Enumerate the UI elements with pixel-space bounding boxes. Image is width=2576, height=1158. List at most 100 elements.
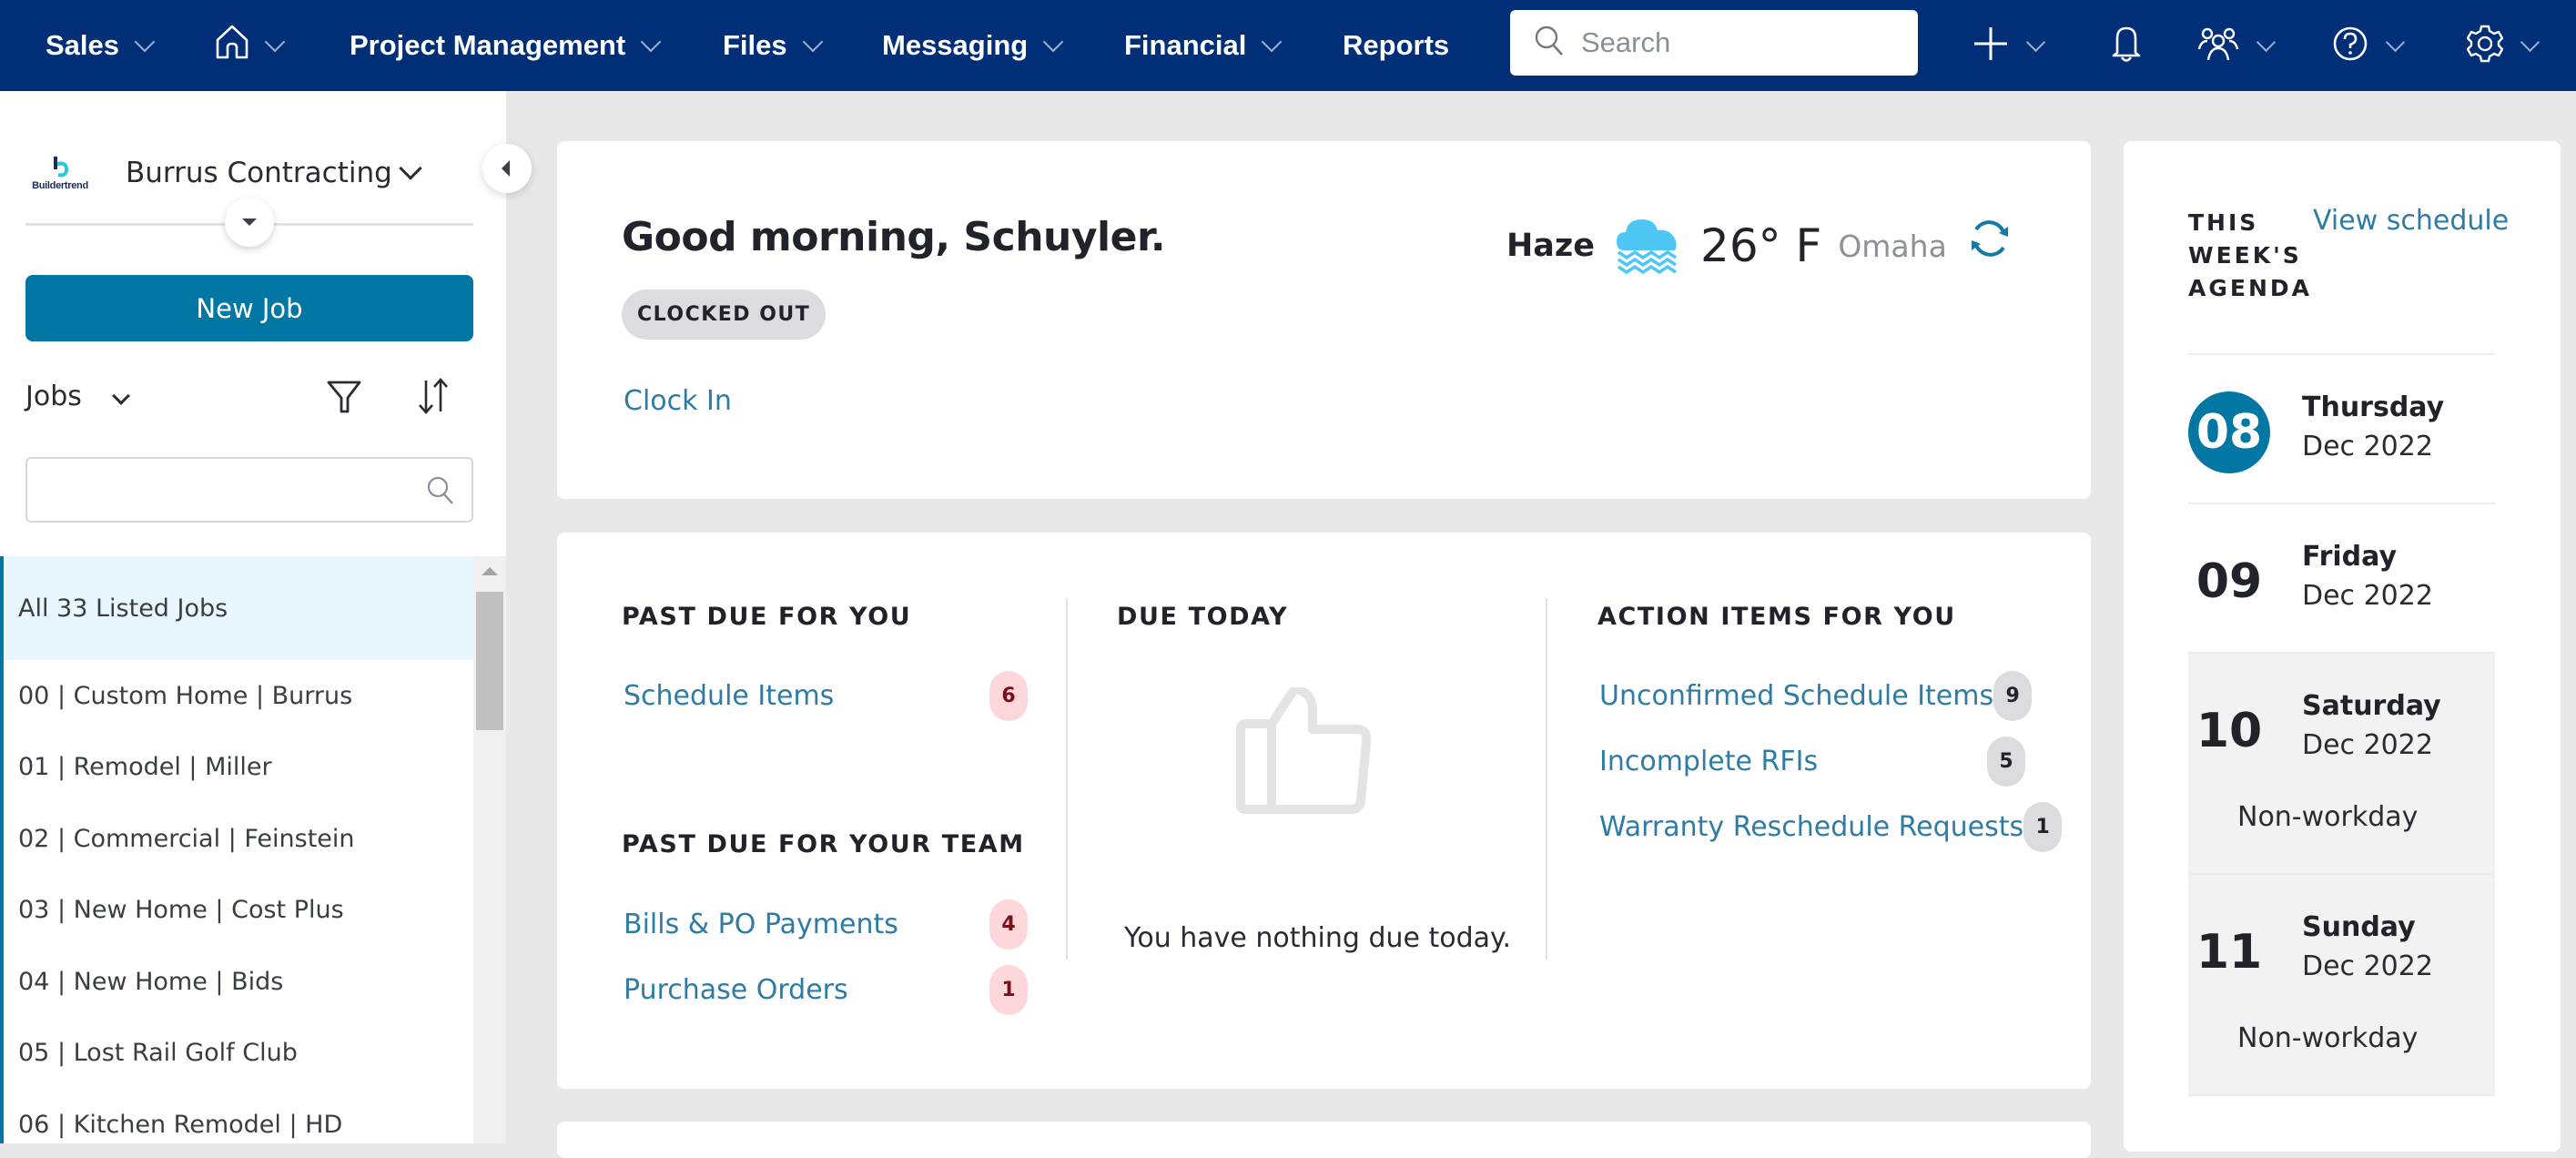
expand-header-button[interactable] [225, 198, 274, 247]
agenda-day-name: Thursday [2302, 391, 2445, 423]
job-list-scrollbar[interactable] [473, 556, 506, 1143]
weekly-agenda-card: THIS WEEK'S AGENDA View schedule 08 Thur… [2124, 141, 2561, 1152]
org-switcher[interactable]: Buildertrend Burrus Contracting [25, 137, 444, 209]
agenda-day-number: 09 [2196, 554, 2263, 609]
chevron-down-icon [264, 31, 286, 53]
job-list-item[interactable]: 02 | Commercial | Feinstein [4, 803, 473, 875]
nav-reports[interactable]: Reports [1343, 0, 1449, 91]
notifications-button[interactable] [2110, 0, 2143, 91]
action-item[interactable]: Unconfirmed Schedule Items 9 [1599, 671, 2033, 721]
nonworkday-label: Non-workday [2237, 1022, 2419, 1054]
gear-icon [2466, 25, 2504, 66]
job-list: All 33 Listed Jobs 00 | Custom Home | Bu… [0, 556, 473, 1143]
warranty-reschedule-requests-link[interactable]: Warranty Reschedule Requests [1599, 811, 2023, 843]
buildertrend-logo: Buildertrend [25, 155, 95, 191]
nav-sales[interactable]: Sales [46, 0, 156, 91]
agenda-day[interactable]: 08 Thursday Dec 2022 [2188, 353, 2495, 503]
settings-button[interactable] [2466, 0, 2541, 91]
greeting-heading: Good morning, Schuyler. [622, 214, 1166, 260]
action-items-heading: ACTION ITEMS FOR YOU [1597, 603, 1956, 631]
agenda-title: THIS WEEK'S AGENDA [2188, 207, 2312, 305]
action-item[interactable]: Incomplete RFIs 5 [1599, 736, 2025, 787]
job-list-item[interactable]: 05 | Lost Rail Golf Club [4, 1018, 473, 1090]
global-search[interactable] [1510, 10, 1918, 76]
agenda-day-nonworkday[interactable]: 11 Sunday Dec 2022 Non-workday [2188, 873, 2495, 1094]
collapse-sidebar-button[interactable] [482, 144, 532, 193]
schedule-items-link[interactable]: Schedule Items [624, 680, 834, 712]
nav-reports-label: Reports [1343, 29, 1450, 61]
chevron-down-icon [2256, 32, 2277, 52]
filter-icon[interactable] [326, 379, 362, 419]
nav-messaging[interactable]: Messaging [882, 0, 1064, 91]
past-due-item[interactable]: Schedule Items 6 [624, 671, 1028, 721]
all-jobs-item[interactable]: All 33 Listed Jobs [4, 556, 473, 660]
caret-down-icon [242, 218, 257, 226]
count-badge: 1 [2023, 802, 2063, 852]
unconfirmed-schedule-items-link[interactable]: Unconfirmed Schedule Items [1599, 680, 1993, 712]
team-past-due-item[interactable]: Bills & PO Payments 4 [624, 899, 1028, 950]
chevron-down-icon[interactable] [399, 157, 422, 180]
haze-weather-icon [1615, 214, 1680, 278]
nav-financial[interactable]: Financial [1124, 0, 1283, 91]
nonworkday-label: Non-workday [2237, 801, 2419, 833]
past-due-for-you-heading: PAST DUE FOR YOU [622, 603, 912, 631]
users-icon [2197, 25, 2239, 66]
jobs-toolbar: Jobs [25, 373, 473, 428]
nav-project-management[interactable]: Project Management [350, 0, 662, 91]
incomplete-rfis-link[interactable]: Incomplete RFIs [1599, 746, 1818, 777]
job-list-item[interactable]: 01 | Remodel | Miller [4, 732, 473, 804]
chevron-down-icon [802, 31, 823, 53]
nav-project-management-label: Project Management [350, 29, 626, 61]
agenda-day-number-today: 08 [2188, 391, 2270, 473]
count-badge: 9 [1993, 671, 2033, 721]
help-icon [2332, 25, 2368, 66]
scrollbar-thumb[interactable] [476, 592, 503, 730]
nav-messaging-label: Messaging [882, 29, 1029, 61]
job-list-item[interactable]: 00 | Custom Home | Burrus [4, 660, 473, 732]
nav-financial-label: Financial [1124, 29, 1247, 61]
nav-files[interactable]: Files [723, 0, 823, 91]
chevron-down-icon[interactable] [112, 387, 130, 405]
team-past-due-item[interactable]: Purchase Orders 1 [624, 965, 1028, 1015]
count-badge: 1 [989, 965, 1028, 1015]
logo-text: Buildertrend [32, 180, 88, 191]
job-search-field[interactable] [25, 457, 473, 523]
org-name: Burrus Contracting [126, 157, 392, 189]
agenda-day-number: 11 [2196, 925, 2263, 980]
chevron-down-icon [2025, 32, 2046, 52]
global-search-input[interactable] [1581, 26, 1909, 59]
agenda-title-line: AGENDA [2188, 275, 2312, 301]
purchase-orders-link[interactable]: Purchase Orders [624, 974, 848, 1006]
help-button[interactable] [2332, 0, 2406, 91]
clock-in-link[interactable]: Clock In [624, 385, 732, 417]
refresh-icon[interactable] [1968, 217, 2012, 264]
job-list-item[interactable]: 04 | New Home | Bids [4, 946, 473, 1018]
past-due-column: PAST DUE FOR YOU Schedule Items 6 PAST D… [622, 533, 1031, 1089]
agenda-day[interactable]: 09 Friday Dec 2022 [2188, 503, 2495, 652]
chevron-down-icon [1262, 31, 1283, 53]
action-item[interactable]: Warranty Reschedule Requests 1 [1599, 802, 2063, 852]
agenda-day-month: Dec 2022 [2302, 431, 2433, 462]
chevron-down-icon [134, 31, 156, 53]
bills-po-payments-link[interactable]: Bills & PO Payments [624, 909, 898, 940]
next-card-partial [557, 1122, 2091, 1158]
team-button[interactable] [2197, 0, 2277, 91]
due-today-heading: DUE TODAY [1117, 603, 1289, 631]
scroll-up-arrow-icon[interactable] [482, 567, 498, 575]
agenda-day-nonworkday[interactable]: 10 Saturday Dec 2022 Non-workday [2188, 652, 2495, 873]
jobs-view-dropdown[interactable]: Jobs [25, 381, 82, 412]
view-schedule-link[interactable]: View schedule [2313, 205, 2509, 237]
plus-icon [1973, 25, 2009, 66]
new-job-button[interactable]: New Job [25, 275, 473, 341]
job-search-input[interactable] [27, 459, 410, 519]
job-list-item[interactable]: 03 | New Home | Cost Plus [4, 875, 473, 947]
sort-icon[interactable] [417, 377, 450, 419]
agenda-title-line: THIS [2188, 209, 2259, 236]
nav-sales-label: Sales [46, 29, 120, 61]
add-new-button[interactable] [1973, 0, 2046, 91]
bell-icon [2110, 24, 2143, 67]
agenda-day-name: Friday [2302, 541, 2398, 573]
job-list-item[interactable]: 06 | Kitchen Remodel | HD [4, 1089, 473, 1143]
agenda-day-month: Dec 2022 [2302, 580, 2433, 612]
nav-home[interactable] [215, 0, 286, 91]
